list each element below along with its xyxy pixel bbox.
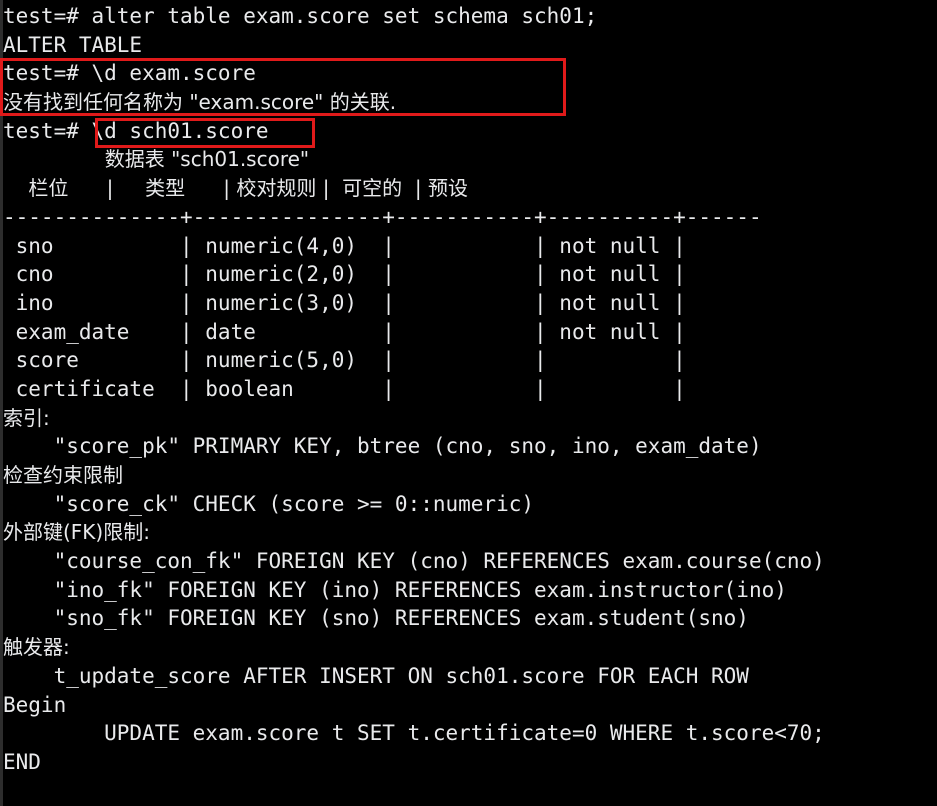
terminal-line-trigger-begin: Begin <box>3 692 67 717</box>
terminal-line-index-score-pk: "score_pk" PRIMARY KEY, btree (cno, sno,… <box>3 434 762 459</box>
terminal-line-command-describe-sch01-score: test=# \d sch01.score <box>3 118 269 143</box>
terminal-line-check-score-ck: "score_ck" CHECK (score >= 0::numeric) <box>3 491 535 516</box>
table-row: ino | numeric(3,0) | | not null | <box>3 290 686 315</box>
terminal-line-trigger-update-statement: UPDATE exam.score t SET t.certificate=0 … <box>3 721 825 746</box>
terminal-line-label-triggers: 触发器: <box>3 635 70 660</box>
terminal-line-table-title: 数据表 "sch01.score" <box>3 147 310 172</box>
terminal-line-command-alter: test=# alter table exam.score set schema… <box>3 4 598 28</box>
terminal-line-error-relation-not-found: 没有找到任何名称为 "exam.score" 的关联. <box>3 90 397 115</box>
terminal-line-fk-course-con-fk: "course_con_fk" FOREIGN KEY (cno) REFERE… <box>3 549 825 574</box>
terminal-line-table-header: 栏位 | 类型 | 校对规则 | 可空的 | 预设 <box>3 176 468 201</box>
table-row: exam_date | date | | not null | <box>3 319 686 344</box>
terminal-line-label-check-constraints: 检查约束限制 <box>3 463 123 487</box>
terminal-line-trigger-declaration: t_update_score AFTER INSERT ON sch01.sco… <box>3 663 749 688</box>
terminal-line-command-describe-exam-score: test=# \d exam.score <box>3 61 256 86</box>
terminal-screen[interactable]: test=# alter table exam.score set schema… <box>0 0 937 806</box>
table-row: sno | numeric(4,0) | | not null | <box>3 233 686 258</box>
table-row: cno | numeric(2,0) | | not null | <box>3 262 686 287</box>
terminal-line-label-foreign-keys: 外部键(FK)限制: <box>3 520 150 545</box>
terminal-window: test=# alter table exam.score set schema… <box>0 0 937 806</box>
table-row: certificate | boolean | | | <box>3 376 686 401</box>
table-row: score | numeric(5,0) | | | <box>3 348 686 373</box>
terminal-line-result-alter-table: ALTER TABLE <box>3 32 143 57</box>
terminal-line-fk-sno-fk: "sno_fk" FOREIGN KEY (sno) REFERENCES ex… <box>3 606 749 631</box>
terminal-line-table-separator: --------------+---------------+---------… <box>3 204 762 229</box>
terminal-line-label-indexes: 索引: <box>3 405 50 430</box>
terminal-line-trigger-end: END <box>3 749 41 774</box>
terminal-line-fk-ino-fk: "ino_fk" FOREIGN KEY (ino) REFERENCES ex… <box>3 577 787 602</box>
